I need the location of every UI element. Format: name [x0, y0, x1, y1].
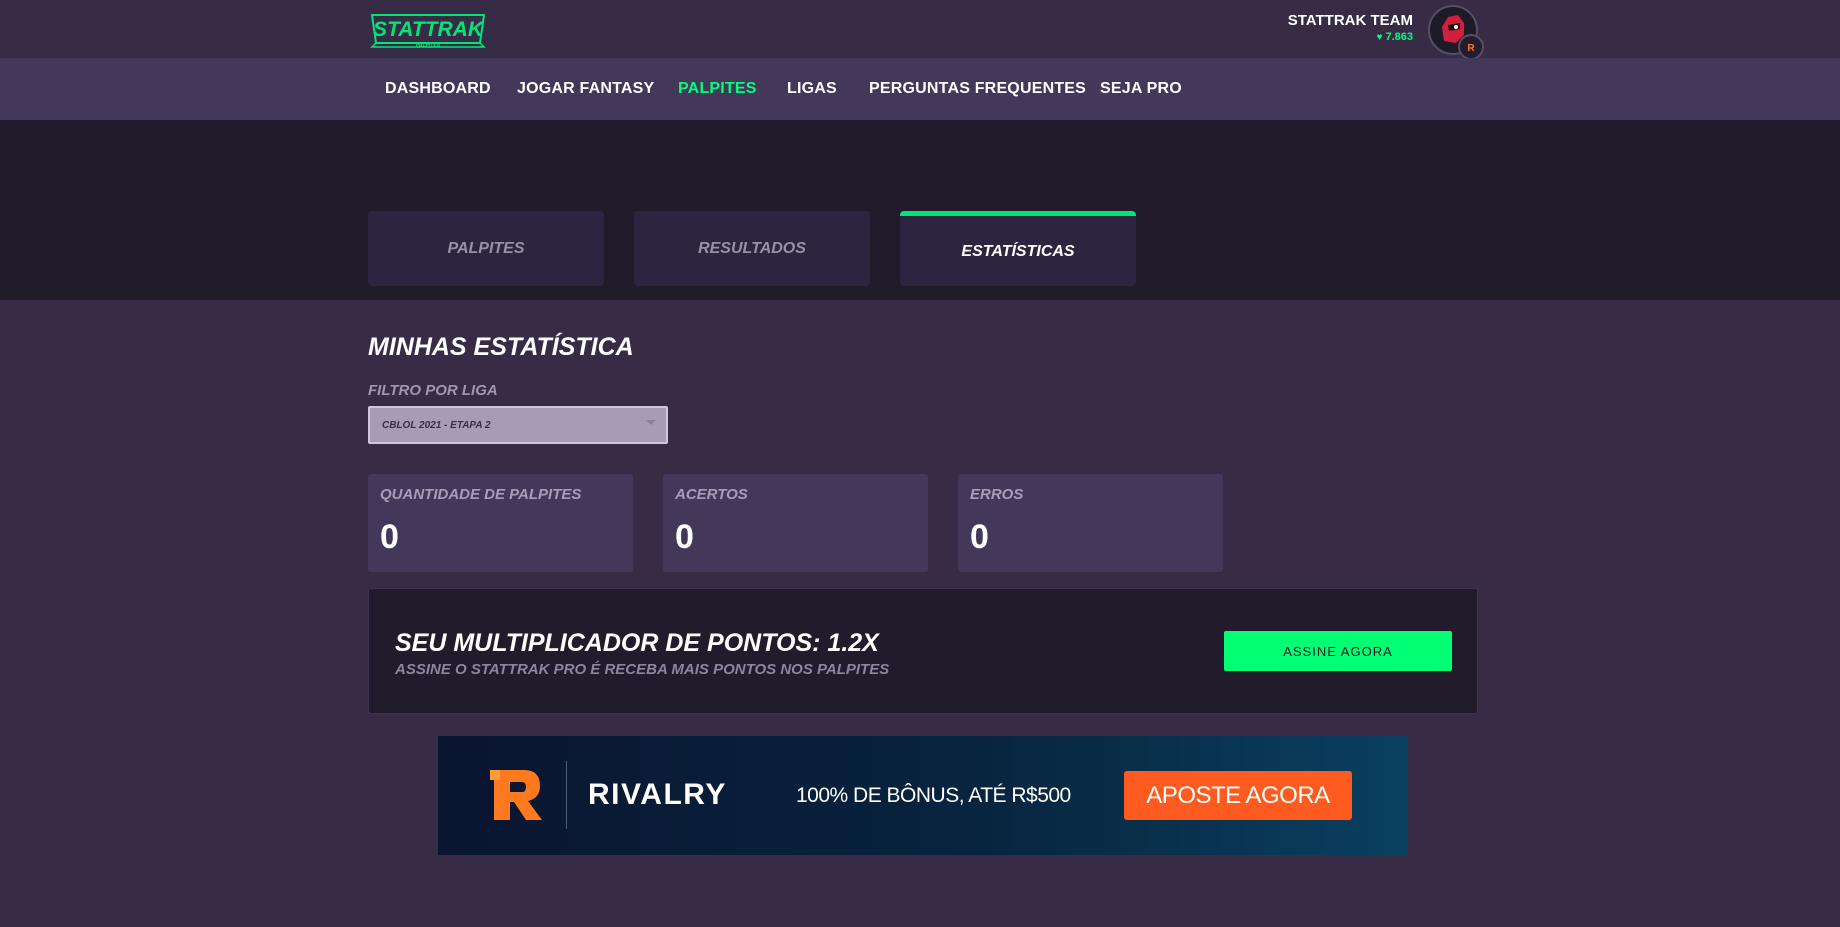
tab-estatisticas[interactable]: ESTATÍSTICAS: [900, 211, 1136, 286]
league-filter-select[interactable]: CBLOL 2021 - ETAPA 2: [368, 406, 668, 444]
ad-divider: [566, 761, 567, 829]
nav-item-seja-pro[interactable]: SEJA PRO: [1100, 80, 1182, 98]
stattrak-logo[interactable]: STATTRAK PALPITES: [368, 9, 488, 51]
heart-icon: ♥: [1376, 32, 1383, 43]
ad-brand: RIVALRY: [588, 778, 727, 811]
logo-subtext: PALPITES: [416, 43, 441, 49]
rivalry-logo-icon: [490, 770, 542, 820]
stat-label: QUANTIDADE DE PALPITES: [380, 486, 582, 503]
stat-card-erros: ERROS 0: [958, 474, 1223, 572]
stat-value: 0: [970, 518, 989, 556]
multiplier-promo: SEU MULTIPLICADOR DE PONTOS: 1.2X ASSINE…: [368, 588, 1478, 714]
stat-card-acertos: ACERTOS 0: [663, 474, 928, 572]
user-points-value: 7.863: [1385, 31, 1413, 43]
rank-badge-icon: R: [1467, 43, 1475, 54]
page-title: MINHAS ESTATÍSTICA: [368, 333, 634, 361]
logo-text: STATTRAK: [373, 18, 485, 41]
league-filter-value: CBLOL 2021 - ETAPA 2: [382, 420, 491, 431]
promo-subtitle: ASSINE O STATTRAK PRO É RECEBA MAIS PONT…: [395, 661, 890, 678]
bet-now-button[interactable]: APOSTE AGORA: [1124, 771, 1352, 820]
subscribe-button[interactable]: ASSINE AGORA: [1224, 631, 1452, 671]
rank-badge: R: [1458, 34, 1484, 60]
stat-value: 0: [380, 518, 399, 556]
nav-item-jogar-fantasy[interactable]: JOGAR FANTASY: [517, 80, 654, 98]
main-nav: DASHBOARD JOGAR FANTASY PALPITES LIGAS P…: [0, 58, 1840, 120]
user-name: STATTRAK TEAM: [1287, 12, 1413, 29]
top-bar: STATTRAK PALPITES STATTRAK TEAM ♥ 7.863 R: [0, 0, 1840, 60]
nav-item-ligas[interactable]: LIGAS: [787, 80, 837, 98]
nav-item-perguntas-frequentes[interactable]: PERGUNTAS FREQUENTES: [869, 80, 1086, 98]
stat-label: ACERTOS: [675, 486, 748, 503]
svg-text:R: R: [1467, 43, 1475, 54]
nav-item-dashboard[interactable]: DASHBOARD: [385, 80, 491, 98]
stat-label: ERROS: [970, 486, 1024, 503]
stat-value: 0: [675, 518, 694, 556]
nav-item-palpites[interactable]: PALPITES: [678, 80, 757, 98]
promo-title: SEU MULTIPLICADOR DE PONTOS: 1.2X: [395, 629, 879, 657]
tab-resultados[interactable]: RESULTADOS: [634, 211, 870, 286]
rivalry-ad-banner[interactable]: RIVALRY 100% DE BÔNUS, ATÉ R$500 APOSTE …: [438, 736, 1408, 855]
user-points: ♥ 7.863: [1377, 31, 1413, 43]
filter-label: FILTRO POR LIGA: [368, 382, 498, 399]
stat-card-quantidade: QUANTIDADE DE PALPITES 0: [368, 474, 633, 572]
chevron-down-icon: [646, 420, 656, 425]
tab-palpites[interactable]: PALPITES: [368, 211, 604, 286]
ad-text: 100% DE BÔNUS, ATÉ R$500: [796, 784, 1071, 807]
